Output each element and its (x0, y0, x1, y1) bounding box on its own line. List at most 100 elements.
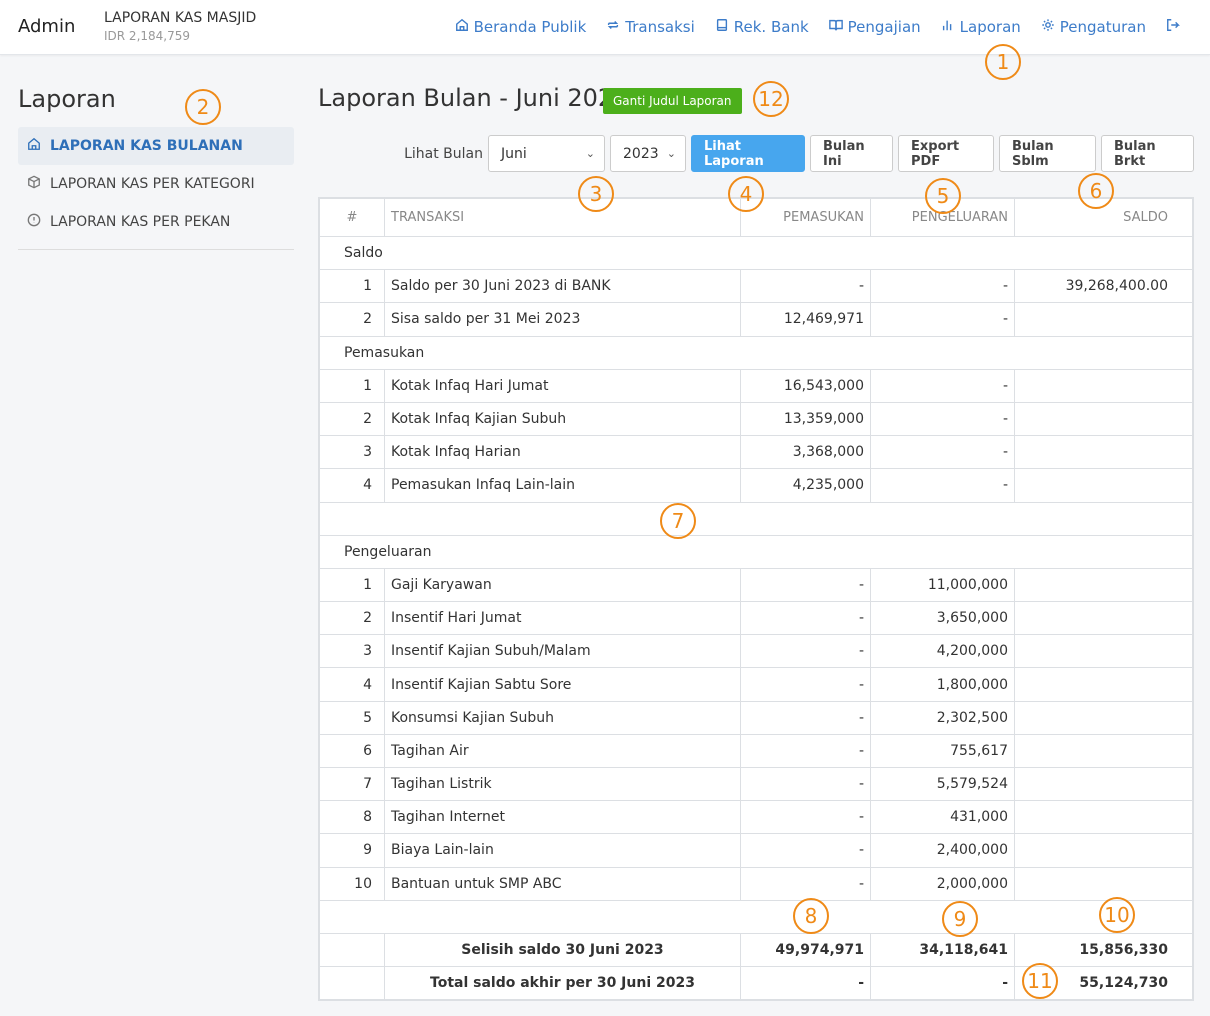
annotation-marker-1: 1 (985, 44, 1021, 80)
annotation-marker-7: 7 (660, 503, 696, 539)
table-row: 1 Kotak Infaq Hari Jumat 16,543,000 - (319, 368, 1193, 403)
row-no: 2 (319, 302, 385, 337)
nav-pengaturan[interactable]: Pengaturan (1041, 18, 1146, 36)
annotation-marker-9: 9 (942, 901, 978, 937)
nav-logout[interactable] (1166, 18, 1180, 36)
table-row: 8 Tagihan Internet - 431,000 (319, 800, 1193, 835)
top-navbar: Admin LAPORAN KAS MASJID IDR 2,184,759 B… (0, 0, 1210, 55)
section-row-pemasukan: Pemasukan (319, 335, 1193, 370)
chevron-down-icon: ⌄ (666, 147, 676, 160)
sidebar-item-laporan-kas-per-kategori[interactable]: LAPORAN KAS PER KATEGORI (18, 165, 294, 203)
book-icon (715, 18, 729, 36)
row-transaction: Pemasukan Infaq Lain-lain (384, 468, 741, 503)
sidebar-item-laporan-kas-bulanan[interactable]: LAPORAN KAS BULANAN (18, 127, 294, 165)
row-transaction: Kotak Infaq Harian (384, 435, 741, 470)
filter-bar: Lihat Bulan Juni ⌄ 2023 ⌄ Lihat Laporan … (404, 135, 1194, 172)
row-balance (1014, 368, 1193, 403)
row-expense: 2,000,000 (870, 866, 1015, 901)
total-expense: - (870, 966, 1015, 1001)
row-expense: - (870, 302, 1015, 337)
row-transaction: Insentif Kajian Subuh/Malam (384, 634, 741, 669)
sidebar-item-label: LAPORAN KAS PER PEKAN (50, 214, 231, 230)
row-income: - (740, 601, 871, 636)
sidebar-item-label: LAPORAN KAS BULANAN (50, 138, 243, 154)
row-income: - (740, 766, 871, 802)
sidebar: Laporan LAPORAN KAS BULANAN LAPORAN KAS … (18, 85, 294, 250)
row-transaction: Bantuan untuk SMP ABC (384, 866, 741, 901)
table-row: 2 Sisa saldo per 31 Mei 2023 12,469,971 … (319, 302, 1193, 337)
table-row: 1 Saldo per 30 Juni 2023 di BANK - - 39,… (319, 269, 1193, 304)
row-income: 16,543,000 (740, 368, 871, 403)
nav-label: Rek. Bank (733, 18, 809, 36)
row-balance (1014, 700, 1193, 735)
row-balance (1014, 435, 1193, 470)
row-transaction: Gaji Karyawan (384, 567, 741, 603)
nav-transaksi[interactable]: Transaksi (606, 18, 695, 36)
nav-rek-bank[interactable]: Rek. Bank (715, 18, 809, 36)
difference-expense: 34,118,641 (870, 932, 1015, 968)
row-income: - (740, 567, 871, 603)
row-expense: 4,200,000 (870, 634, 1015, 669)
row-balance: 39,268,400.00 (1014, 269, 1193, 304)
header-no: # (319, 198, 385, 237)
home-icon (455, 18, 469, 36)
rename-report-button[interactable]: Ganti Judul Laporan (603, 88, 742, 114)
row-balance (1014, 468, 1193, 503)
row-no: 9 (319, 833, 385, 868)
row-no: 1 (319, 567, 385, 603)
table-row: 3 Insentif Kajian Subuh/Malam - 4,200,00… (319, 634, 1193, 669)
spacer-row (319, 899, 1193, 934)
row-expense: 2,400,000 (870, 833, 1015, 868)
brand-label[interactable]: Admin (18, 16, 75, 37)
row-balance (1014, 866, 1193, 901)
annotation-marker-4: 4 (728, 176, 764, 212)
row-transaction: Biaya Lain-lain (384, 833, 741, 868)
row-income: - (740, 700, 871, 735)
row-balance (1014, 601, 1193, 636)
row-transaction: Saldo per 30 Juni 2023 di BANK (384, 269, 741, 304)
annotation-marker-8: 8 (793, 898, 829, 934)
nav-label: Pengaturan (1059, 18, 1146, 36)
row-income: 3,368,000 (740, 435, 871, 470)
row-income: - (740, 667, 871, 702)
difference-income: 49,974,971 (740, 932, 871, 968)
year-select[interactable]: 2023 ⌄ (610, 135, 686, 172)
nav-label: Laporan (959, 18, 1021, 36)
sidebar-item-laporan-kas-per-pekan[interactable]: LAPORAN KAS PER PEKAN (18, 203, 294, 241)
nav-label: Pengajian (847, 18, 921, 36)
row-balance (1014, 833, 1193, 868)
row-income: 4,235,000 (740, 468, 871, 503)
nav-pengajian[interactable]: Pengajian (828, 18, 921, 36)
row-no: 2 (319, 601, 385, 636)
nav-label: Beranda Publik (473, 18, 587, 36)
row-balance (1014, 800, 1193, 835)
previous-month-button[interactable]: Bulan Sblm (999, 135, 1096, 172)
row-no (319, 966, 385, 1001)
row-no: 7 (319, 766, 385, 802)
table-row: 4 Insentif Kajian Sabtu Sore - 1,800,000 (319, 667, 1193, 702)
next-month-button[interactable]: Bulan Brkt (1101, 135, 1194, 172)
bar-chart-icon (941, 18, 955, 36)
row-expense: - (870, 468, 1015, 503)
nav-beranda-publik[interactable]: Beranda Publik (455, 18, 587, 36)
row-income: - (740, 634, 871, 669)
row-expense: 11,000,000 (870, 567, 1015, 603)
app-name: LAPORAN KAS MASJID (104, 10, 257, 26)
main-nav: Beranda Publik Transaksi Rek. Bank Penga… (455, 18, 1180, 36)
table-row: 3 Kotak Infaq Harian 3,368,000 - (319, 435, 1193, 470)
annotation-marker-2: 2 (185, 89, 221, 125)
annotation-marker-11: 11 (1022, 963, 1058, 999)
row-no: 8 (319, 800, 385, 835)
month-select[interactable]: Juni ⌄ (488, 135, 605, 172)
export-pdf-button[interactable]: Export PDF (898, 135, 994, 172)
table-row: 2 Kotak Infaq Kajian Subuh 13,359,000 - (319, 401, 1193, 437)
box-icon (27, 175, 41, 193)
row-income: 13,359,000 (740, 401, 871, 437)
row-income: - (740, 866, 871, 901)
year-select-value: 2023 (623, 145, 659, 162)
this-month-button[interactable]: Bulan Ini (810, 135, 893, 172)
section-title: Pemasukan (319, 335, 1193, 370)
nav-laporan[interactable]: Laporan (941, 18, 1021, 36)
report-table: # TRANSAKSI PEMASUKAN PENGELUARAN SALDO … (318, 197, 1194, 1002)
view-report-button[interactable]: Lihat Laporan (691, 135, 805, 172)
